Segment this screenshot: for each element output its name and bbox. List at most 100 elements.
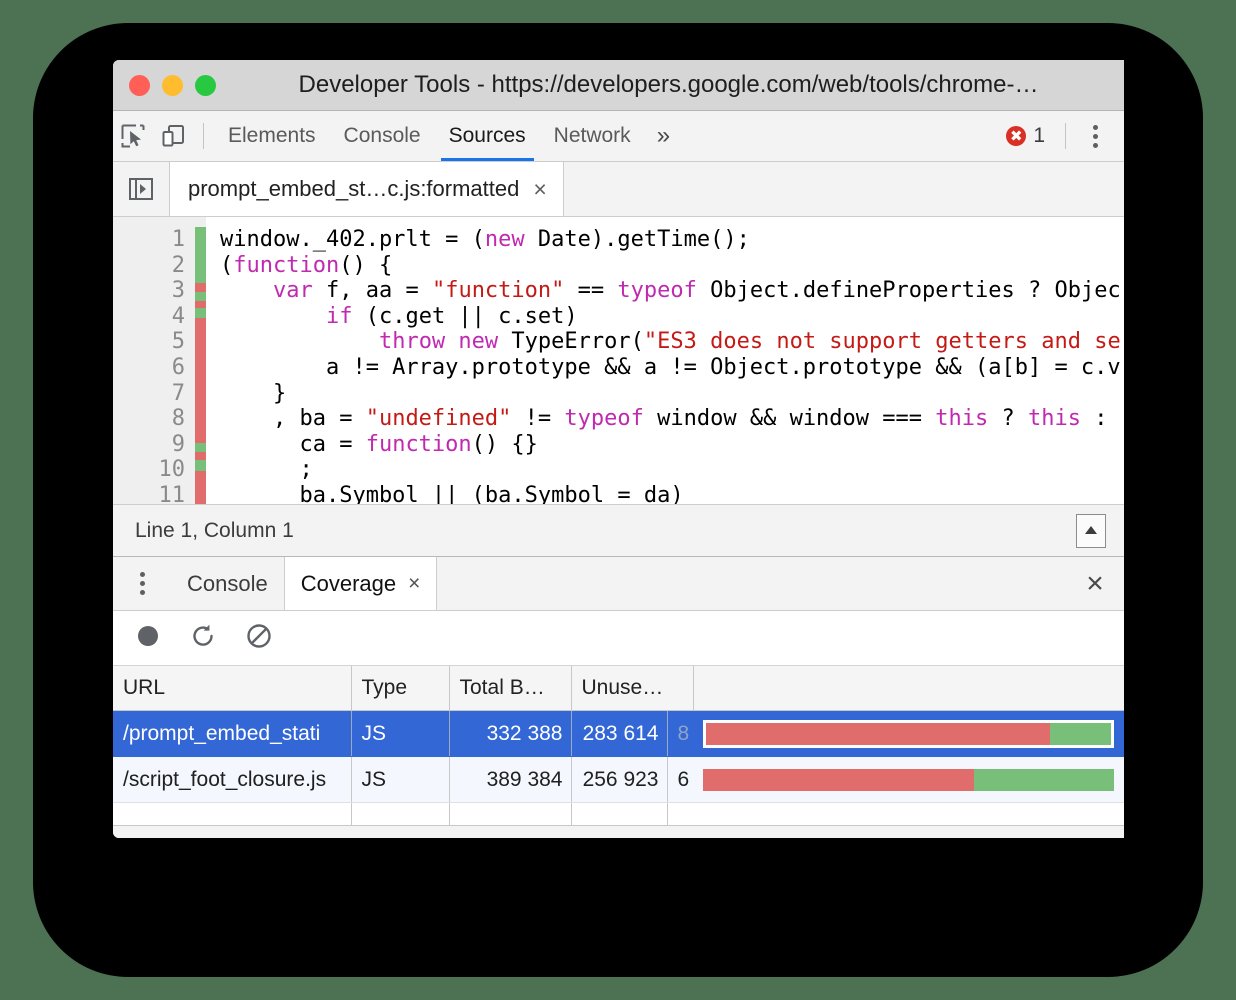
traffic-lights [113, 75, 216, 96]
code-token: ? [988, 406, 1028, 431]
column-header-url[interactable]: URL [113, 666, 351, 711]
code-line[interactable]: ba.Symbol || (ba.Symbol = da) [220, 483, 1124, 504]
drawer-tab-console[interactable]: Console [171, 557, 284, 610]
reload-icon[interactable] [189, 622, 217, 655]
source-file-tab-label: prompt_embed_st…c.js:formatted [188, 176, 519, 202]
error-count: 1 [1033, 124, 1045, 148]
coverage-summary: 1.4 MB of 2.0 MB bytes are not used. (70… [113, 825, 1124, 839]
coverage-bar-used [1050, 723, 1111, 745]
code-token: "function" [432, 278, 564, 303]
minimize-window-button[interactable] [162, 75, 183, 96]
column-header-total-bytes[interactable]: Total B… [449, 666, 571, 711]
cell-type: JS [351, 757, 449, 803]
code-line[interactable]: var f, aa = "function" == typeof Object.… [220, 278, 1124, 304]
code-token: function [366, 432, 472, 457]
code-token: "undefined" [366, 406, 512, 431]
toolbar-divider-right [1065, 123, 1066, 149]
line-number: 8 [113, 406, 195, 432]
code-line[interactable]: window._402.prlt = (new Date).getTime(); [220, 227, 1124, 253]
coverage-gutter-segment [195, 460, 206, 471]
code-token: throw new [379, 329, 498, 354]
line-number: 11 [113, 483, 195, 504]
close-drawer-icon[interactable]: × [1066, 557, 1124, 610]
error-badge[interactable]: ✖ 1 [1006, 124, 1053, 148]
coverage-summary-text: 1.4 MB of 2.0 MB bytes are not used. (70… [135, 837, 544, 838]
cell-type: JS [351, 711, 449, 757]
code-token: f, aa = [313, 278, 432, 303]
close-window-button[interactable] [129, 75, 150, 96]
clear-prohibited-icon[interactable] [245, 622, 273, 655]
toolbar-right-group: ✖ 1 [1006, 119, 1124, 153]
cell-percent: 8 [667, 711, 693, 757]
line-number: 7 [113, 381, 195, 407]
inspect-cursor-icon[interactable] [113, 116, 153, 156]
code-token: typeof [564, 406, 643, 431]
tab-elements[interactable]: Elements [214, 111, 330, 161]
cursor-position: Line 1, Column 1 [135, 519, 294, 543]
code-token: if [326, 304, 353, 329]
coverage-bar-unused [706, 723, 1050, 745]
code-token: ca = [220, 432, 366, 457]
kebab-menu-icon[interactable] [1078, 119, 1112, 153]
tab-network[interactable]: Network [540, 111, 645, 161]
code-token: this [935, 406, 988, 431]
cell-url: /prompt_embed_stati [113, 711, 351, 757]
code-line[interactable]: } [220, 381, 1124, 407]
drawer-tab-coverage[interactable]: Coverage × [284, 557, 438, 610]
code-line[interactable]: if (c.get || c.set) [220, 304, 1124, 330]
column-header-unused-bytes[interactable]: Unuse… [571, 666, 693, 711]
code-line[interactable]: ca = function() {} [220, 432, 1124, 458]
code-token: : [1081, 406, 1108, 431]
code-line[interactable]: (function() { [220, 253, 1124, 279]
line-number: 1 [113, 227, 195, 253]
code-token: this [1028, 406, 1081, 431]
window-titlebar: Developer Tools - https://developers.goo… [113, 60, 1124, 111]
coverage-toolbar [113, 611, 1124, 666]
code-line[interactable]: ; [220, 457, 1124, 483]
code-token: TypeError( [498, 329, 644, 354]
code-line[interactable]: , ba = "undefined" != typeof window && w… [220, 406, 1124, 432]
column-header-type[interactable]: Type [351, 666, 449, 711]
devtools-window: Developer Tools - https://developers.goo… [113, 60, 1124, 838]
line-number: 10 [113, 457, 195, 483]
show-navigator-icon[interactable] [113, 162, 169, 216]
code-token: } [220, 381, 286, 406]
record-circle-icon[interactable] [135, 623, 161, 654]
cell-coverage-bar [693, 711, 1124, 757]
line-number: 9 [113, 432, 195, 458]
line-number: 4 [113, 304, 195, 330]
table-filler-cell [667, 803, 693, 825]
cell-total-bytes: 332 388 [449, 711, 571, 757]
code-token: typeof [617, 278, 696, 303]
more-tabs-icon[interactable]: » [645, 111, 682, 161]
code-content[interactable]: window._402.prlt = (new Date).getTime();… [206, 217, 1124, 504]
tab-console[interactable]: Console [330, 111, 435, 161]
table-filler-cell [449, 803, 571, 825]
code-token: != [511, 406, 564, 431]
coverage-gutter-segment [195, 443, 206, 452]
code-editor[interactable]: 1234567891011 window._402.prlt = (new Da… [113, 217, 1124, 504]
drawer-kebab-menu-icon[interactable] [113, 557, 171, 610]
close-icon[interactable]: × [408, 572, 420, 596]
code-token: window && window === [644, 406, 935, 431]
device-toolbar-icon[interactable] [153, 116, 193, 156]
coverage-gutter-segment [195, 227, 206, 283]
table-row[interactable]: /prompt_embed_statiJS332 388283 6148 [113, 711, 1124, 757]
source-file-tab[interactable]: prompt_embed_st…c.js:formatted × [169, 162, 564, 216]
code-token: ( [220, 253, 233, 278]
code-token: var [273, 278, 313, 303]
table-filler-row [113, 803, 1124, 825]
code-token: ba.Symbol || (ba.Symbol = da) [220, 483, 684, 504]
code-line[interactable]: throw new TypeError("ES3 does not suppor… [220, 329, 1124, 355]
drawer-tab-console-label: Console [187, 571, 268, 597]
scroll-to-top-icon[interactable] [1076, 514, 1106, 548]
maximize-window-button[interactable] [195, 75, 216, 96]
table-row[interactable]: /script_foot_closure.jsJS389 384256 9236 [113, 757, 1124, 803]
column-header-bar[interactable] [693, 666, 1124, 711]
close-icon[interactable]: × [533, 178, 546, 201]
coverage-gutter-segment [195, 301, 206, 308]
coverage-bar [703, 720, 1114, 748]
code-token [220, 304, 326, 329]
tab-sources[interactable]: Sources [435, 111, 540, 161]
code-line[interactable]: a != Array.prototype && a != Object.prot… [220, 355, 1124, 381]
